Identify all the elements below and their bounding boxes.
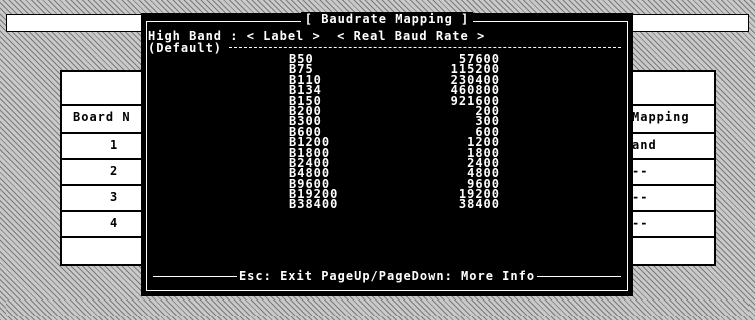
- board-mapping: --: [632, 190, 649, 204]
- baud-mapping-row[interactable]: B50 57600: [141, 53, 633, 65]
- board-number: 3: [110, 190, 119, 204]
- board-number: 1: [110, 138, 119, 152]
- board-mapping: --: [632, 216, 649, 230]
- board-number: 2: [110, 164, 119, 178]
- baud-mapping-row[interactable]: B1200 1200: [141, 136, 633, 148]
- baud-mapping-row[interactable]: B600 600: [141, 126, 633, 138]
- baud-mapping-row[interactable]: B4800 4800: [141, 167, 633, 179]
- dialog-title: [ Baudrate Mapping ]: [141, 12, 633, 26]
- board-number: 4: [110, 216, 119, 230]
- baud-mapping-row[interactable]: B19200 19200: [141, 188, 633, 200]
- baud-mapping-list: B50 57600 B75 115200 B110 230400 B134 460800 B15…: [141, 53, 633, 212]
- baud-label: B38400: [289, 197, 339, 212]
- dialog-footer: Esc: Exit PageUp/PageDown: More Info: [236, 269, 538, 283]
- baud-mapping-row[interactable]: B1800 1800: [141, 147, 633, 159]
- baud-mapping-row[interactable]: B38400 38400: [141, 197, 633, 212]
- header-divider: [229, 47, 621, 48]
- baud-mapping-row[interactable]: B200 200: [141, 105, 633, 117]
- board-number-header: Board N: [73, 110, 131, 124]
- bottom-strip: [6, 300, 749, 316]
- board-mapping: and: [632, 138, 657, 152]
- real-baud-rate: 38400: [458, 197, 500, 212]
- default-label: (Default): [148, 41, 223, 55]
- baud-mapping-row[interactable]: B9600 9600: [141, 178, 633, 190]
- baud-mapping-row[interactable]: B2400 2400: [141, 157, 633, 169]
- baud-mapping-row[interactable]: B150 921600: [141, 95, 633, 107]
- baud-mapping-row[interactable]: B134 460800: [141, 84, 633, 96]
- mapping-header: Mapping: [632, 110, 690, 124]
- board-mapping: --: [632, 164, 649, 178]
- baudrate-mapping-dialog: [ Baudrate Mapping ] High Band : < Label…: [141, 12, 633, 296]
- baud-mapping-row[interactable]: B110 230400: [141, 74, 633, 86]
- baud-mapping-row[interactable]: B300 300: [141, 115, 633, 127]
- baud-mapping-row[interactable]: B75 115200: [141, 63, 633, 75]
